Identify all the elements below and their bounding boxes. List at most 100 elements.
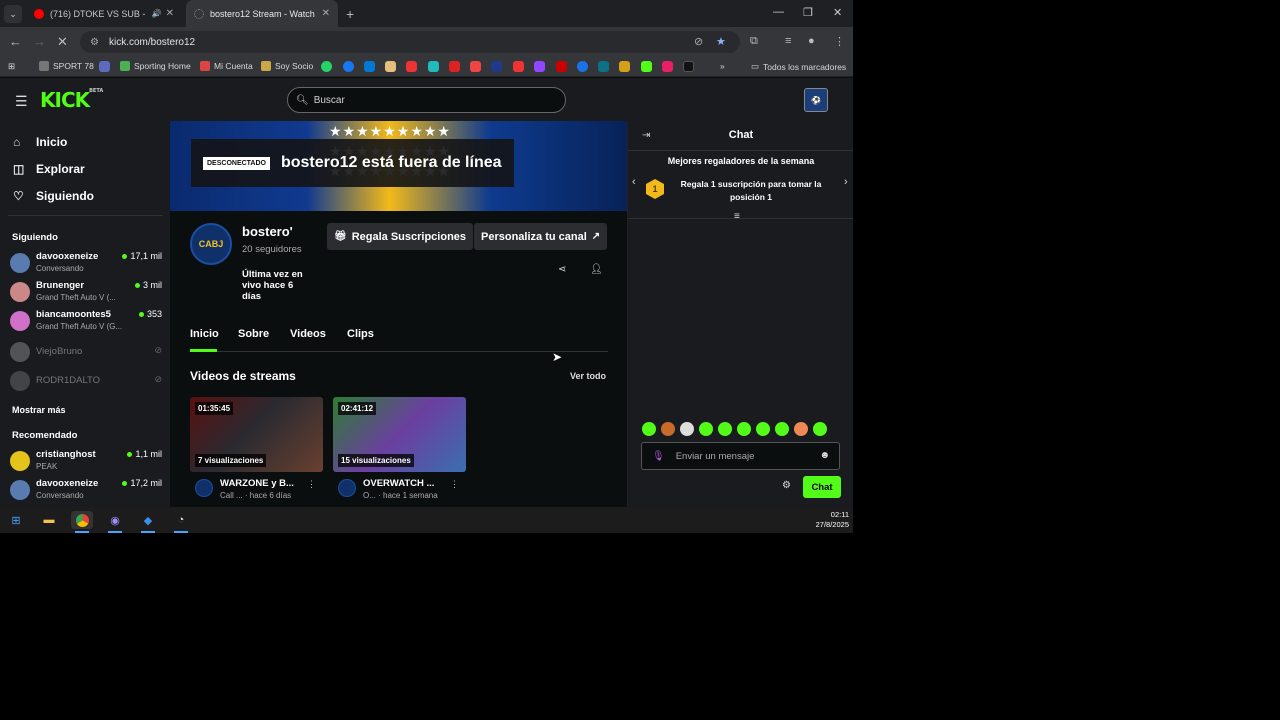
tab-videos[interactable]: Videos <box>290 328 326 340</box>
see-all-link[interactable]: Ver todo <box>570 371 606 381</box>
tab-search-button[interactable]: ⌄ <box>4 5 22 23</box>
following-channel[interactable]: Brunenger Grand Theft Auto V (... 3 mil <box>10 278 162 306</box>
bookmark-icon[interactable] <box>577 61 588 72</box>
windows-start-icon[interactable]: ⊞ <box>5 511 27 529</box>
emote-icon[interactable] <box>813 422 827 436</box>
microphone-icon[interactable]: 🎙︎ <box>652 451 665 462</box>
eye-off-icon[interactable]: ⊘ <box>694 35 703 48</box>
forward-button[interactable]: → <box>33 34 46 49</box>
bookmark-icon[interactable] <box>428 61 439 72</box>
bookmark-icon[interactable] <box>598 61 609 72</box>
share-icon[interactable]: ⋖ <box>558 264 566 275</box>
bookmark-icon[interactable] <box>662 61 673 72</box>
bookmark-icon[interactable] <box>491 61 502 72</box>
chevron-right-icon[interactable]: › <box>844 176 848 188</box>
tab-sobre[interactable]: Sobre <box>238 328 269 340</box>
tab-kick[interactable]: bostero12 Stream - Watch Live ✕ <box>186 0 338 27</box>
kick-icon[interactable] <box>641 61 652 72</box>
emote-icon[interactable] <box>718 422 732 436</box>
close-window-button[interactable]: ✕ <box>833 6 842 19</box>
emote-icon[interactable] <box>756 422 770 436</box>
menu-icon[interactable]: ☰ <box>15 93 28 110</box>
chat-message-input[interactable]: 🎙︎ Enviar un mensaje ☻ <box>641 442 840 470</box>
following-channel[interactable]: davooxeneize Conversando 17,1 mil <box>10 249 162 277</box>
bookmark-icon[interactable] <box>449 61 460 72</box>
bookmark-sporting-home[interactable]: Sporting Home <box>120 61 191 71</box>
search-input[interactable]: 🔍︎ Buscar <box>287 87 566 113</box>
stop-loading-button[interactable]: ✕ <box>57 34 68 50</box>
more-options-icon[interactable]: ⋮ <box>307 479 316 490</box>
sidebar-item-inicio[interactable]: ⌂ Inicio <box>13 135 67 149</box>
site-info-icon[interactable]: ⚙ <box>90 37 99 48</box>
emote-icon[interactable] <box>680 422 694 436</box>
chrome-icon[interactable] <box>71 511 93 529</box>
close-tab-icon[interactable]: ✕ <box>322 8 330 19</box>
emote-icon[interactable] <box>794 422 808 436</box>
add-user-icon[interactable]: 👤︎ <box>590 264 603 275</box>
following-channel[interactable]: biancamoontes5 Grand Theft Auto V (G... … <box>10 307 162 335</box>
app-icon[interactable]: ◆ <box>137 511 159 529</box>
customize-channel-button[interactable]: Personaliza tu canal ↗ <box>474 223 608 250</box>
expand-icon[interactable]: ≡ <box>734 211 740 222</box>
sidebar-item-explorar[interactable]: ◫ Explorar <box>13 162 85 176</box>
extensions-icon[interactable]: ⧉ <box>750 35 758 48</box>
facebook-icon[interactable] <box>343 61 354 72</box>
bookmark-sport78[interactable]: SPORT 78 <box>39 61 94 71</box>
app-icon[interactable]: ◉ <box>104 511 126 529</box>
tab-inicio[interactable]: Inicio <box>190 328 219 340</box>
all-bookmarks-folder[interactable]: ▭ Todos los marcadores <box>751 61 846 72</box>
tab-youtube[interactable]: (716) DTOKE VS SUB - FMS 🔊 ✕ <box>26 0 182 27</box>
following-channel-offline[interactable]: RODR1DALTO ⊘ <box>10 367 162 395</box>
emote-icon[interactable] <box>642 422 656 436</box>
bookmark-mi-cuenta[interactable]: Mi Cuenta <box>200 61 253 71</box>
file-explorer-icon[interactable]: ▬ <box>38 511 60 529</box>
bookmark-icon[interactable] <box>406 61 417 72</box>
address-bar[interactable]: ⚙ kick.com/bostero12 ⊘ ★ <box>80 31 740 53</box>
gift-subs-button[interactable]: 🎁︎ Regala Suscripciones <box>327 223 474 250</box>
profile-icon[interactable]: ● <box>808 35 815 47</box>
apps-icon[interactable]: ⊞ <box>8 61 15 72</box>
bookmark-icon[interactable] <box>556 61 567 72</box>
tiktok-icon[interactable] <box>683 61 694 72</box>
recommended-channel[interactable]: davooxeneize Conversando 17,2 mil <box>10 476 162 504</box>
channel-avatar[interactable]: CABJ <box>190 223 232 265</box>
restore-button[interactable]: ❐ <box>803 6 813 19</box>
bookmark-icon[interactable] <box>470 61 481 72</box>
kick-logo[interactable]: KICKBETA <box>40 88 103 112</box>
bookmark-icon[interactable] <box>619 61 630 72</box>
emoji-icon[interactable]: ☻ <box>819 450 830 461</box>
system-clock[interactable]: 02:11 27/8/2025 <box>816 510 849 530</box>
more-bookmarks-icon[interactable]: » <box>720 61 725 71</box>
video-meta[interactable]: WARZONE y B... Call ... · hace 6 días ⋮ <box>195 476 320 506</box>
speaker-icon[interactable]: 🔊 <box>152 9 162 18</box>
bookmark-icon[interactable] <box>99 61 110 72</box>
bookmark-icon[interactable] <box>513 61 524 72</box>
send-chat-button[interactable]: Chat <box>803 476 841 498</box>
video-meta[interactable]: OVERWATCH ... O... · hace 1 semana ⋮ <box>338 476 463 506</box>
emote-icon[interactable] <box>699 422 713 436</box>
bookmark-star-icon[interactable]: ★ <box>716 35 726 48</box>
video-thumbnail[interactable]: 01:35:45 7 visualizaciones <box>190 397 323 472</box>
following-channel-offline[interactable]: ViejoBruno ⊘ <box>10 338 162 366</box>
emote-icon[interactable] <box>775 422 789 436</box>
video-thumbnail[interactable]: 02:41:12 15 visualizaciones <box>333 397 466 472</box>
emote-icon[interactable] <box>737 422 751 436</box>
emote-icon[interactable] <box>661 422 675 436</box>
minimize-button[interactable]: — <box>773 6 784 18</box>
bookmark-icon[interactable] <box>385 61 396 72</box>
twitch-icon[interactable] <box>534 61 545 72</box>
app-icon[interactable]: ◔ <box>170 511 192 529</box>
tab-clips[interactable]: Clips <box>347 328 374 340</box>
chevron-left-icon[interactable]: ‹ <box>632 176 636 188</box>
whatsapp-icon[interactable] <box>321 61 332 72</box>
more-options-icon[interactable]: ⋮ <box>450 479 459 490</box>
close-tab-icon[interactable]: ✕ <box>166 8 174 19</box>
new-tab-button[interactable]: + <box>346 6 354 22</box>
user-avatar[interactable]: ⚽ <box>804 88 828 112</box>
show-more-link[interactable]: Mostrar más <box>12 405 66 415</box>
menu-icon[interactable]: ⋮ <box>834 35 845 48</box>
chat-settings-icon[interactable]: ⚙ <box>782 480 791 491</box>
back-button[interactable]: ← <box>9 34 22 49</box>
recommended-channel[interactable]: cristianghost PEAK 1,1 mil <box>10 447 162 475</box>
outlook-icon[interactable] <box>364 61 375 72</box>
